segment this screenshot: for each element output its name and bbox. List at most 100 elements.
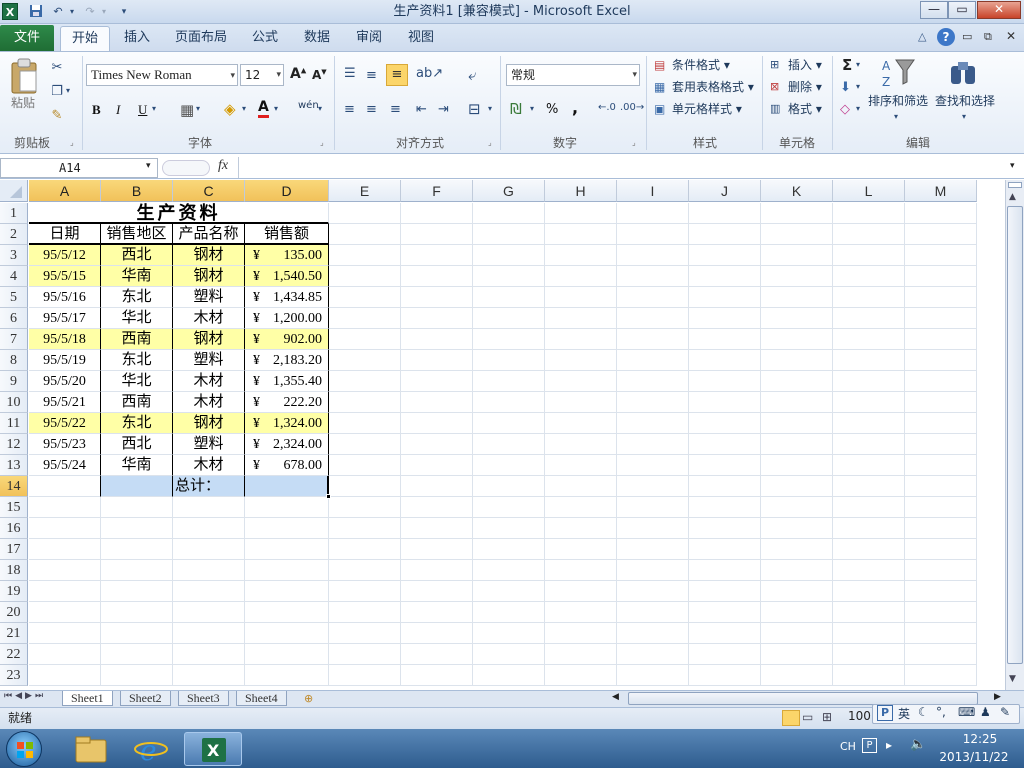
grid-cell[interactable] bbox=[473, 497, 545, 518]
grid-cell[interactable] bbox=[689, 497, 761, 518]
grid-cell[interactable] bbox=[29, 623, 101, 644]
amount-cell[interactable]: ¥1,434.85 bbox=[245, 287, 329, 308]
sheet-nav-icons[interactable]: ⏮◀▶⏭ bbox=[4, 691, 46, 701]
grid-cell[interactable] bbox=[761, 644, 833, 665]
grid-cell[interactable] bbox=[617, 266, 689, 287]
column-header-d[interactable]: D bbox=[245, 180, 329, 202]
grid-cell[interactable] bbox=[905, 602, 977, 623]
grid-cell[interactable] bbox=[905, 308, 977, 329]
grid-cell[interactable] bbox=[401, 371, 473, 392]
grid-cell[interactable] bbox=[473, 644, 545, 665]
conditional-format-icon[interactable]: ▤ bbox=[654, 58, 665, 72]
taskbar-ie-icon[interactable]: e bbox=[126, 732, 176, 767]
grid-cell[interactable] bbox=[689, 476, 761, 497]
row-header-6[interactable]: 6 bbox=[0, 308, 28, 329]
column-header-k[interactable]: K bbox=[761, 180, 833, 202]
grid-cell[interactable] bbox=[473, 476, 545, 497]
grid-cell[interactable] bbox=[545, 224, 617, 245]
grid-cell[interactable] bbox=[617, 287, 689, 308]
grid-cell[interactable] bbox=[545, 476, 617, 497]
grid-cell[interactable] bbox=[833, 245, 905, 266]
product-cell[interactable]: 木材 bbox=[173, 455, 245, 476]
row-header-19[interactable]: 19 bbox=[0, 581, 28, 602]
find-select-icon[interactable] bbox=[948, 58, 978, 88]
delete-cells-button[interactable]: 删除 ▾ bbox=[788, 78, 822, 96]
grid-cell[interactable] bbox=[833, 392, 905, 413]
tab-formulas[interactable]: 公式 bbox=[244, 26, 286, 51]
delete-cells-icon[interactable]: ⊠ bbox=[770, 80, 779, 93]
cell-style-icon[interactable]: ▣ bbox=[654, 102, 665, 116]
total-blank-cell[interactable] bbox=[101, 476, 173, 497]
grid-cell[interactable] bbox=[833, 266, 905, 287]
vertical-scroll-thumb[interactable] bbox=[1007, 206, 1023, 664]
grid-cell[interactable] bbox=[29, 602, 101, 623]
date-cell[interactable]: 95/5/22 bbox=[29, 413, 101, 434]
header-cell[interactable]: 产品名称 bbox=[173, 224, 245, 245]
row-header-17[interactable]: 17 bbox=[0, 539, 28, 560]
grid-cell[interactable] bbox=[905, 413, 977, 434]
amount-cell[interactable]: ¥1,355.40 bbox=[245, 371, 329, 392]
grid-cell[interactable] bbox=[101, 665, 173, 686]
grid-cell[interactable] bbox=[101, 518, 173, 539]
total-value-cell[interactable] bbox=[245, 476, 329, 497]
doc-close-icon[interactable]: ✕ bbox=[1006, 29, 1016, 43]
amount-cell[interactable]: ¥1,540.50 bbox=[245, 266, 329, 287]
align-top-icon[interactable]: ☰ bbox=[344, 66, 356, 81]
row-header-11[interactable]: 11 bbox=[0, 413, 28, 434]
doc-restore-icon[interactable]: ⧉ bbox=[984, 30, 992, 44]
grid-cell[interactable] bbox=[545, 644, 617, 665]
grid-cell[interactable] bbox=[473, 203, 545, 224]
grid-cell[interactable] bbox=[689, 287, 761, 308]
taskbar-excel-icon[interactable]: X bbox=[184, 732, 242, 766]
number-format-select[interactable]: 常规 ▾ bbox=[506, 64, 640, 86]
grid-cell[interactable] bbox=[689, 224, 761, 245]
grid-cell[interactable] bbox=[833, 665, 905, 686]
amount-cell[interactable]: ¥1,200.00 bbox=[245, 308, 329, 329]
tab-file[interactable]: 文件 bbox=[0, 25, 54, 51]
ime-moon-icon[interactable]: ☾ bbox=[918, 705, 929, 719]
ime-keyboard-icon[interactable]: ⌨ bbox=[958, 705, 975, 719]
select-all-corner[interactable] bbox=[0, 180, 28, 202]
grid-cell[interactable] bbox=[329, 224, 401, 245]
tab-home[interactable]: 开始 bbox=[60, 26, 110, 51]
clipboard-launcher-icon[interactable]: ⌟ bbox=[70, 138, 74, 147]
grid-cell[interactable] bbox=[329, 287, 401, 308]
merge-dropdown-icon[interactable]: ▾ bbox=[488, 104, 492, 113]
grid-cell[interactable] bbox=[905, 497, 977, 518]
grid-cell[interactable] bbox=[173, 560, 245, 581]
grid-cell[interactable] bbox=[617, 497, 689, 518]
grid-cell[interactable] bbox=[689, 602, 761, 623]
grid-cell[interactable] bbox=[545, 518, 617, 539]
sort-filter-icon[interactable]: AZ bbox=[880, 56, 916, 90]
grid-cell[interactable] bbox=[401, 224, 473, 245]
grid-cell[interactable] bbox=[761, 350, 833, 371]
row-header-9[interactable]: 9 bbox=[0, 371, 28, 392]
grid-cell[interactable] bbox=[473, 371, 545, 392]
grid-cell[interactable] bbox=[833, 329, 905, 350]
grid-cell[interactable] bbox=[689, 560, 761, 581]
grid-cell[interactable] bbox=[329, 560, 401, 581]
amount-cell[interactable]: ¥902.00 bbox=[245, 329, 329, 350]
grid-cell[interactable] bbox=[545, 665, 617, 686]
alignment-launcher-icon[interactable]: ⌟ bbox=[488, 138, 492, 147]
grid-cell[interactable] bbox=[689, 392, 761, 413]
row-header-21[interactable]: 21 bbox=[0, 623, 28, 644]
grid-cell[interactable] bbox=[401, 308, 473, 329]
ime-punct-icon[interactable]: °, bbox=[936, 705, 946, 719]
grid-cell[interactable] bbox=[833, 224, 905, 245]
grid-cell[interactable] bbox=[173, 581, 245, 602]
grid-cell[interactable] bbox=[473, 266, 545, 287]
format-cells-icon[interactable]: ▥ bbox=[770, 102, 780, 115]
ime-settings-icon[interactable]: ✎ bbox=[1000, 705, 1010, 719]
grid-cell[interactable] bbox=[401, 329, 473, 350]
grid-cell[interactable] bbox=[905, 455, 977, 476]
find-dropdown-icon[interactable]: ▾ bbox=[962, 112, 966, 121]
date-cell[interactable]: 95/5/18 bbox=[29, 329, 101, 350]
scroll-down-icon[interactable]: ▼ bbox=[1009, 674, 1016, 684]
insert-cells-button[interactable]: 插入 ▾ bbox=[788, 56, 822, 74]
region-cell[interactable]: 华南 bbox=[101, 455, 173, 476]
grid-cell[interactable] bbox=[401, 392, 473, 413]
grid-cell[interactable] bbox=[401, 560, 473, 581]
grid-cell[interactable] bbox=[761, 434, 833, 455]
row-header-12[interactable]: 12 bbox=[0, 434, 28, 455]
